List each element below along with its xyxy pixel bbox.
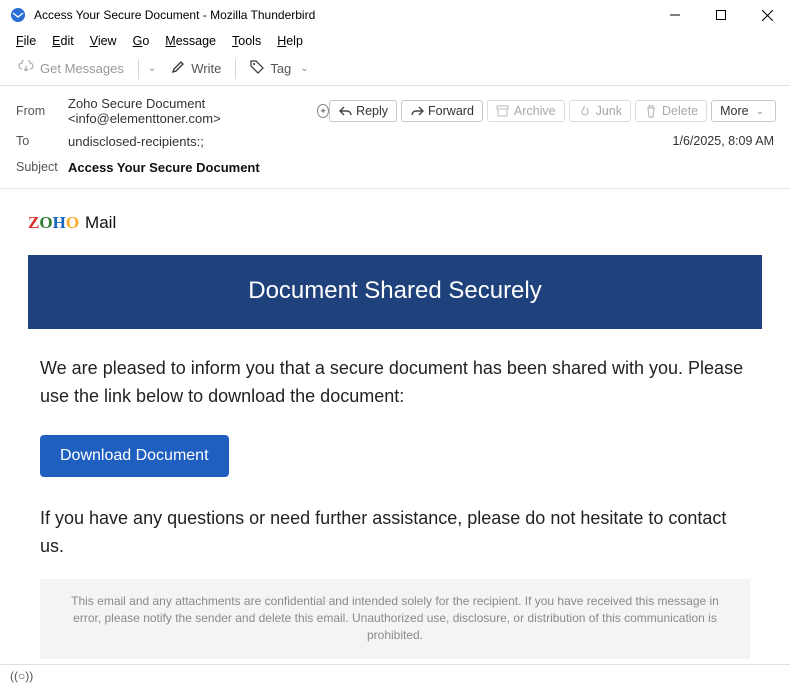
header-row-to: To undisclosed-recipients:; 1/6/2025, 8:… [16,130,776,152]
to-label: To [16,134,68,148]
trash-icon [644,104,658,118]
delete-label: Delete [662,104,698,118]
get-messages-dropdown[interactable]: ⌄ [145,63,159,74]
message-header: From Zoho Secure Document <info@elementt… [0,86,790,189]
window-title: Access Your Secure Document - Mozilla Th… [34,8,652,22]
menu-edit[interactable]: Edit [46,32,80,50]
forward-icon [410,104,424,118]
email-banner: Document Shared Securely [28,255,762,329]
zoho-mail-logo: ZOHO Mail [28,213,762,233]
flame-icon [578,104,592,118]
header-row-subject: Subject Access Your Secure Document [16,156,776,178]
menu-message[interactable]: Message [159,32,222,50]
forward-label: Forward [428,104,474,118]
reply-icon [338,104,352,118]
archive-button[interactable]: Archive [487,100,565,122]
message-date: 1/6/2025, 8:09 AM [673,134,776,148]
get-messages-button[interactable]: Get Messages [10,56,132,81]
tag-button[interactable]: Tag ⌄ [242,56,319,81]
archive-label: Archive [514,104,556,118]
header-row-from: From Zoho Secure Document <info@elementt… [16,96,776,126]
maximize-button[interactable] [698,0,744,30]
archive-icon [496,104,510,118]
from-value[interactable]: Zoho Secure Document <info@elementtoner.… [68,96,311,126]
chevron-down-icon: ⌄ [753,106,767,117]
forward-button[interactable]: Forward [401,100,483,122]
junk-label: Junk [596,104,622,118]
logo-letter-h: H [53,213,66,232]
message-body: ZOHO Mail Document Shared Securely We ar… [0,189,790,686]
connection-indicator-icon[interactable]: ((○)) [10,669,33,683]
email-content: ZOHO Mail Document Shared Securely We ar… [0,189,790,669]
from-label: From [16,104,68,118]
toolbar-divider [235,59,236,79]
subject-label: Subject [16,160,68,174]
menu-go[interactable]: Go [127,32,156,50]
thunderbird-icon [10,7,26,23]
menu-view[interactable]: View [84,32,123,50]
tag-icon [250,60,264,77]
menu-file[interactable]: File [10,32,42,50]
subject-value: Access Your Secure Document [68,160,776,175]
logo-letter-o1: O [39,213,52,232]
email-paragraph-1: We are pleased to inform you that a secu… [40,355,750,411]
menu-help[interactable]: Help [271,32,309,50]
window-titlebar: Access Your Secure Document - Mozilla Th… [0,0,790,30]
contact-icon[interactable]: ✦ [317,104,329,118]
junk-button[interactable]: Junk [569,100,631,122]
menu-tools[interactable]: Tools [226,32,267,50]
get-messages-label: Get Messages [40,61,124,76]
more-label: More [720,104,748,118]
minimize-button[interactable] [652,0,698,30]
write-label: Write [191,61,221,76]
write-button[interactable]: Write [163,56,229,81]
tag-label: Tag [270,61,291,76]
logo-mail-text: Mail [85,213,116,233]
reply-label: Reply [356,104,388,118]
email-paragraph-2: If you have any questions or need furthe… [40,505,750,561]
to-value[interactable]: undisclosed-recipients:; [68,134,204,149]
window-controls [652,0,790,30]
menu-bar: File Edit View Go Message Tools Help [0,30,790,52]
logo-letter-o2: O [66,213,79,232]
chevron-down-icon: ⌄ [297,63,311,74]
email-disclaimer: This email and any attachments are confi… [40,579,750,659]
close-button[interactable] [744,0,790,30]
message-actions: Reply Forward Archive Junk Delete More ⌄ [329,100,776,122]
more-button[interactable]: More ⌄ [711,100,776,122]
status-bar: ((○)) [0,664,790,686]
main-toolbar: Get Messages ⌄ Write Tag ⌄ [0,52,790,86]
reply-button[interactable]: Reply [329,100,397,122]
toolbar-divider [138,59,139,79]
download-document-button[interactable]: Download Document [40,435,229,477]
delete-button[interactable]: Delete [635,100,707,122]
pencil-icon [171,60,185,77]
logo-letter-z: Z [28,213,39,232]
download-cloud-icon [18,60,34,77]
